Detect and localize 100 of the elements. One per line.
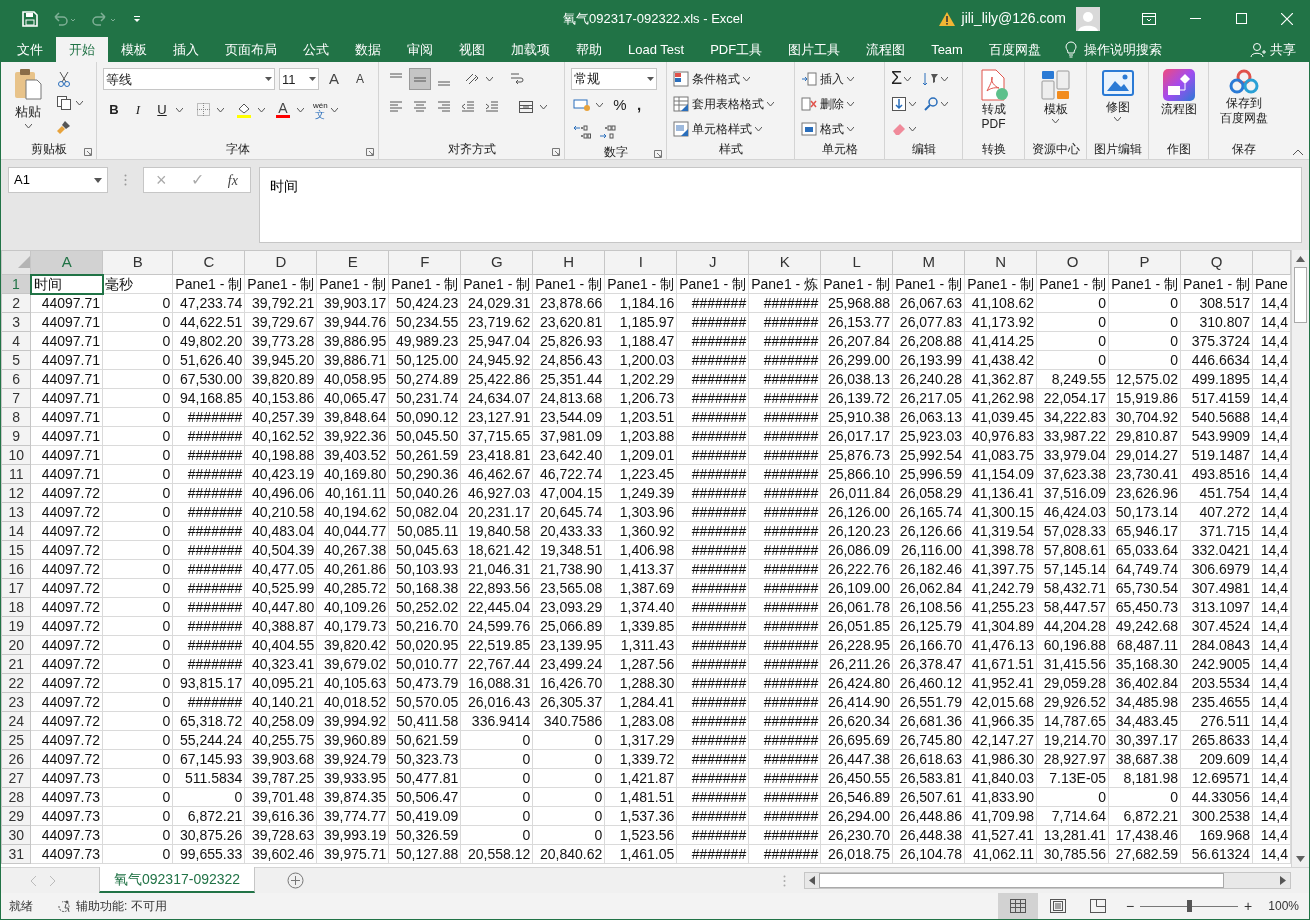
paste-button[interactable]: 粘贴 bbox=[7, 68, 49, 128]
column-header[interactable]: D bbox=[244, 250, 317, 275]
column-header[interactable]: Q bbox=[1180, 250, 1253, 275]
caret-icon[interactable] bbox=[539, 103, 548, 111]
column-header[interactable]: F bbox=[388, 250, 461, 275]
lightbulb-icon[interactable] bbox=[1063, 40, 1078, 59]
column-header[interactable]: G bbox=[460, 250, 533, 275]
percent-button[interactable]: % bbox=[610, 94, 630, 117]
ribbon-tab[interactable]: Load Test bbox=[615, 37, 698, 62]
column-header[interactable]: L bbox=[820, 250, 893, 275]
insert-button[interactable]: 插入 bbox=[801, 68, 854, 89]
format-as-table-button[interactable]: 套用表格格式 bbox=[673, 93, 774, 114]
ribbon-tab[interactable]: 插入 bbox=[160, 37, 212, 62]
ribbon-tab[interactable]: 数据 bbox=[342, 37, 394, 62]
ribbon-tab[interactable]: PDF工具 bbox=[697, 37, 776, 62]
table-cell: ####### bbox=[676, 426, 749, 446]
normal-view-icon[interactable] bbox=[997, 893, 1038, 919]
bold-button[interactable]: B bbox=[103, 99, 125, 120]
underline-button[interactable]: U bbox=[151, 99, 173, 120]
ribbon-tab[interactable]: 审阅 bbox=[394, 37, 446, 62]
dialog-launcher-icon[interactable] bbox=[552, 148, 560, 156]
column-header[interactable]: M bbox=[892, 250, 965, 275]
ribbon-tab[interactable]: 视图 bbox=[446, 37, 498, 62]
ribbon-tab[interactable]: Team bbox=[918, 37, 976, 62]
column-header[interactable]: C bbox=[172, 250, 245, 275]
caret-icon[interactable] bbox=[296, 105, 305, 114]
table-cell: 24,029.31 bbox=[460, 293, 533, 313]
scroll-thumb[interactable] bbox=[1294, 267, 1307, 323]
zoom-slider-thumb[interactable] bbox=[1187, 900, 1193, 912]
ribbon-tab[interactable]: 百度网盘 bbox=[975, 37, 1054, 62]
ribbon-tab[interactable]: 文件 bbox=[4, 37, 56, 62]
comma-button[interactable]: , bbox=[632, 94, 646, 117]
tell-me-search[interactable]: 操作说明搜索 bbox=[1083, 39, 1162, 60]
ribbon-tab[interactable]: 图片工具 bbox=[775, 37, 854, 62]
column-header[interactable]: E bbox=[316, 250, 389, 275]
format-button[interactable]: 格式 bbox=[801, 118, 854, 139]
avatar-icon[interactable] bbox=[1076, 6, 1100, 31]
collapse-ribbon-icon[interactable] bbox=[1293, 149, 1303, 155]
italic-button[interactable]: I bbox=[127, 99, 149, 120]
zoom-out-button[interactable]: − bbox=[1125, 895, 1135, 917]
phonetic-guide-button[interactable]: wén 文 bbox=[313, 100, 328, 119]
share-button[interactable]: 共享 bbox=[1250, 37, 1296, 62]
column-header[interactable]: B bbox=[102, 250, 173, 275]
flowchart-button[interactable]: 流程图 bbox=[1160, 68, 1197, 117]
font-size-dropdown[interactable]: 11 bbox=[279, 68, 319, 91]
sheet-tab[interactable]: 氧气092317-092322 bbox=[99, 867, 256, 893]
image-edit-button[interactable]: 修图 bbox=[1101, 68, 1134, 121]
column-header[interactable]: K bbox=[748, 250, 821, 275]
ribbon-tab[interactable]: 加载项 bbox=[498, 37, 563, 62]
cell-styles-button[interactable]: 单元格样式 bbox=[673, 118, 774, 139]
dialog-launcher-icon[interactable] bbox=[654, 149, 662, 158]
ribbon-tab[interactable]: 流程图 bbox=[853, 37, 919, 62]
ribbon-tab[interactable]: 页面布局 bbox=[212, 37, 290, 62]
template-icon bbox=[1040, 69, 1071, 101]
save-icon[interactable] bbox=[22, 10, 38, 27]
caret-icon[interactable] bbox=[595, 101, 604, 110]
caret-icon[interactable] bbox=[257, 105, 266, 114]
template-button[interactable]: 模板 bbox=[1040, 68, 1071, 123]
column-header[interactable]: N bbox=[964, 250, 1037, 275]
convert-pdf-button[interactable]: 转成 PDF bbox=[978, 68, 1009, 132]
caret-icon[interactable] bbox=[329, 105, 339, 114]
redo-icon[interactable] bbox=[92, 10, 118, 27]
zoom-slider[interactable] bbox=[1140, 900, 1239, 912]
caret-icon[interactable] bbox=[216, 105, 225, 114]
ribbon-tab[interactable]: 开始 bbox=[56, 37, 108, 62]
save-to-cloud-button[interactable]: 保存到 百度网盘 bbox=[1220, 68, 1268, 126]
column-header[interactable]: O bbox=[1036, 250, 1109, 275]
font-color-button[interactable]: A bbox=[272, 101, 294, 118]
font-name-dropdown[interactable]: 等线 bbox=[103, 68, 275, 91]
undo-icon[interactable] bbox=[52, 10, 78, 27]
conditional-format-button[interactable]: 条件格式 bbox=[673, 68, 774, 89]
caret-icon[interactable] bbox=[175, 105, 184, 114]
add-sheet-icon[interactable] bbox=[287, 872, 305, 889]
ribbon-tab[interactable]: 帮助 bbox=[563, 37, 615, 62]
column-header[interactable]: P bbox=[1108, 250, 1181, 275]
autosum-button[interactable]: Σ bbox=[891, 68, 919, 89]
column-header[interactable]: J bbox=[676, 250, 749, 275]
customize-icon[interactable] bbox=[132, 13, 142, 24]
insert-function-button[interactable]: fx bbox=[227, 169, 238, 191]
dialog-launcher-icon[interactable] bbox=[366, 148, 374, 156]
column-header[interactable]: A bbox=[30, 250, 103, 275]
shrink-font-button[interactable]: A bbox=[349, 70, 371, 89]
ribbon-tab[interactable]: 模板 bbox=[108, 37, 160, 62]
name-box[interactable]: A1 bbox=[8, 167, 108, 193]
column-header[interactable]: I bbox=[604, 250, 677, 275]
delete-button[interactable]: 删除 bbox=[801, 93, 854, 114]
caret-icon[interactable] bbox=[485, 75, 494, 83]
number-format-dropdown[interactable]: 常规 bbox=[571, 68, 657, 90]
ribbon-tab[interactable]: 公式 bbox=[290, 37, 342, 62]
grow-font-button[interactable]: A bbox=[323, 68, 345, 91]
column-header[interactable]: H bbox=[532, 250, 605, 275]
zoom-level[interactable]: 100% bbox=[1268, 897, 1299, 915]
formula-input[interactable]: 时间 bbox=[259, 167, 1302, 243]
vertical-scrollbar[interactable] bbox=[1291, 250, 1309, 867]
zoom-in-button[interactable]: + bbox=[1244, 895, 1253, 917]
caret-icon[interactable] bbox=[75, 99, 84, 107]
scroll-thumb[interactable] bbox=[819, 873, 1224, 888]
horizontal-scrollbar[interactable] bbox=[804, 872, 1291, 889]
accessibility-status[interactable]: 辅助功能: 不可用 bbox=[76, 897, 167, 915]
dialog-launcher-icon[interactable] bbox=[84, 148, 92, 156]
